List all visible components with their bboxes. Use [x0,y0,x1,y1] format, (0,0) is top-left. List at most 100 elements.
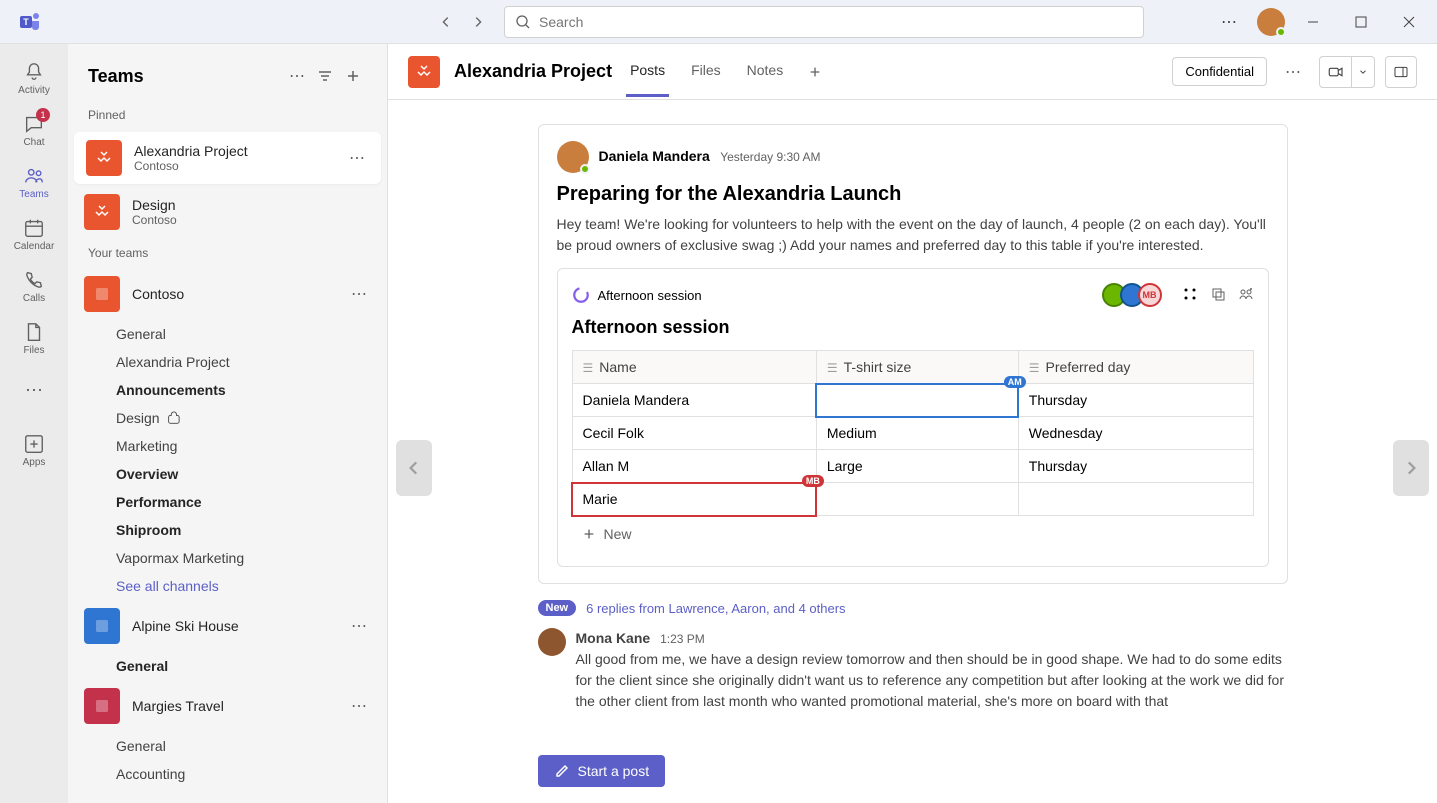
loop-grid-icon[interactable] [1182,286,1198,305]
channel-item[interactable]: Vapormax Marketing [116,544,387,572]
window-minimize-button[interactable] [1293,2,1333,42]
rail-calendar[interactable]: Calendar [6,208,62,260]
add-tab-button[interactable] [801,58,829,86]
channel-item[interactable]: Alexandria Project [116,348,387,376]
table-cell[interactable]: Thursday [1018,450,1253,483]
team-row[interactable]: Margies Travel ⋯ [68,680,387,732]
panel-toggle-button[interactable] [1385,56,1417,88]
search-input[interactable] [539,14,1133,30]
channel-item[interactable]: General [116,320,387,348]
start-post-button[interactable]: Start a post [538,755,666,787]
teams-sidebar: Teams ⋯ Pinned Alexandria ProjectContoso… [68,44,388,803]
rail-activity[interactable]: Activity [6,52,62,104]
bell-icon [23,61,45,83]
column-header[interactable]: ☰T-shirt size [816,351,1018,384]
channel-item[interactable]: General [116,732,387,760]
table-row: Daniela ManderaAMThursday [572,384,1253,417]
sidebar-filter-button[interactable] [311,62,339,90]
channel-label: Announcements [116,382,226,398]
channel-item[interactable]: Shiproom [116,516,387,544]
sidebar-add-button[interactable] [339,62,367,90]
pinned-item[interactable]: DesignContoso [68,186,387,238]
tab-files[interactable]: Files [687,46,725,97]
nav-back-button[interactable] [432,8,460,36]
channel-more-button[interactable]: ⋯ [1277,62,1309,82]
rail-chat[interactable]: Chat 1 [6,104,62,156]
channel-label: Alexandria Project [116,354,230,370]
post-title: Preparing for the Alexandria Launch [557,183,1269,206]
loop-share-icon[interactable] [1238,286,1254,305]
rail-calls[interactable]: Calls [6,260,62,312]
table-cell[interactable]: AM [816,384,1018,417]
channel-item[interactable]: General [116,652,387,680]
column-header[interactable]: ☰Preferred day [1018,351,1253,384]
column-header[interactable]: ☰Name [572,351,816,384]
presence-available-icon [580,164,590,174]
column-type-icon: ☰ [827,361,838,375]
nav-forward-button[interactable] [464,8,492,36]
replies-summary-link[interactable]: 6 replies from Lawrence, Aaron, and 4 ot… [586,601,845,616]
apps-icon [23,433,45,455]
post-author-avatar[interactable] [557,141,589,173]
search-box[interactable] [504,6,1144,38]
table-cell[interactable]: Daniela Mandera [572,384,816,417]
table-cell[interactable] [816,483,1018,516]
file-icon [23,321,45,343]
chevron-down-icon [1358,67,1368,77]
channel-item[interactable]: Performance [116,488,387,516]
table-cell[interactable]: Large [816,450,1018,483]
confidential-button[interactable]: Confidential [1172,57,1267,86]
table-cell[interactable]: Thursday [1018,384,1253,417]
teams-app-icon: T [16,8,44,36]
pinned-more-button[interactable]: ⋯ [345,144,369,172]
team-row[interactable]: Alpine Ski House ⋯ [68,600,387,652]
more-options-button[interactable]: ⋯ [1209,2,1249,42]
meet-button[interactable] [1319,56,1351,88]
channel-team-icon [408,56,440,88]
column-label: Name [599,359,636,375]
table-cell[interactable]: Wednesday [1018,417,1253,450]
channel-item[interactable]: Marketing [116,432,387,460]
reply-avatar[interactable] [538,628,566,656]
window-maximize-button[interactable] [1341,2,1381,42]
tab-posts[interactable]: Posts [626,46,669,97]
table-cell[interactable]: Medium [816,417,1018,450]
pinned-item[interactable]: Alexandria ProjectContoso ⋯ [74,132,381,184]
team-row[interactable]: Contoso ⋯ [68,268,387,320]
table-cell[interactable] [1018,483,1253,516]
rail-calls-label: Calls [23,293,45,304]
team-icon [86,140,122,176]
rail-apps[interactable]: Apps [6,424,62,476]
meet-dropdown-button[interactable] [1351,56,1375,88]
post-timestamp: Yesterday 9:30 AM [720,150,820,164]
add-row-button[interactable]: New [572,516,1254,552]
tab-notes[interactable]: Notes [743,46,788,97]
sidebar-more-button[interactable]: ⋯ [283,62,311,90]
table-cell[interactable]: Allan M [572,450,816,483]
rail-chat-label: Chat [23,137,44,148]
team-more-button[interactable]: ⋯ [347,692,371,720]
team-more-button[interactable]: ⋯ [347,612,371,640]
channel-item[interactable]: Accounting [116,760,387,788]
channel-item[interactable]: Announcements [116,376,387,404]
channel-item[interactable]: Overview [116,460,387,488]
table-cell[interactable]: MarieMB [572,483,816,516]
prev-post-button[interactable] [396,440,432,496]
loop-table[interactable]: ☰Name☰T-shirt size☰Preferred day Daniela… [572,350,1254,516]
see-all-channels-link[interactable]: See all channels [116,572,387,600]
loop-component: Afternoon session MB Afternoon session ☰… [557,268,1269,567]
rail-more[interactable]: ⋯ [6,364,62,416]
current-user-avatar[interactable] [1257,8,1285,36]
loop-copy-icon[interactable] [1210,286,1226,305]
presence-avatar[interactable]: MB [1138,283,1162,307]
next-post-button[interactable] [1393,440,1429,496]
channel-item[interactable]: Design [116,404,387,432]
table-row: Cecil FolkMediumWednesday [572,417,1253,450]
team-icon [84,608,120,644]
channel-label: Performance [116,494,202,510]
rail-files[interactable]: Files [6,312,62,364]
window-close-button[interactable] [1389,2,1429,42]
team-more-button[interactable]: ⋯ [347,280,371,308]
table-cell[interactable]: Cecil Folk [572,417,816,450]
rail-teams[interactable]: Teams [6,156,62,208]
